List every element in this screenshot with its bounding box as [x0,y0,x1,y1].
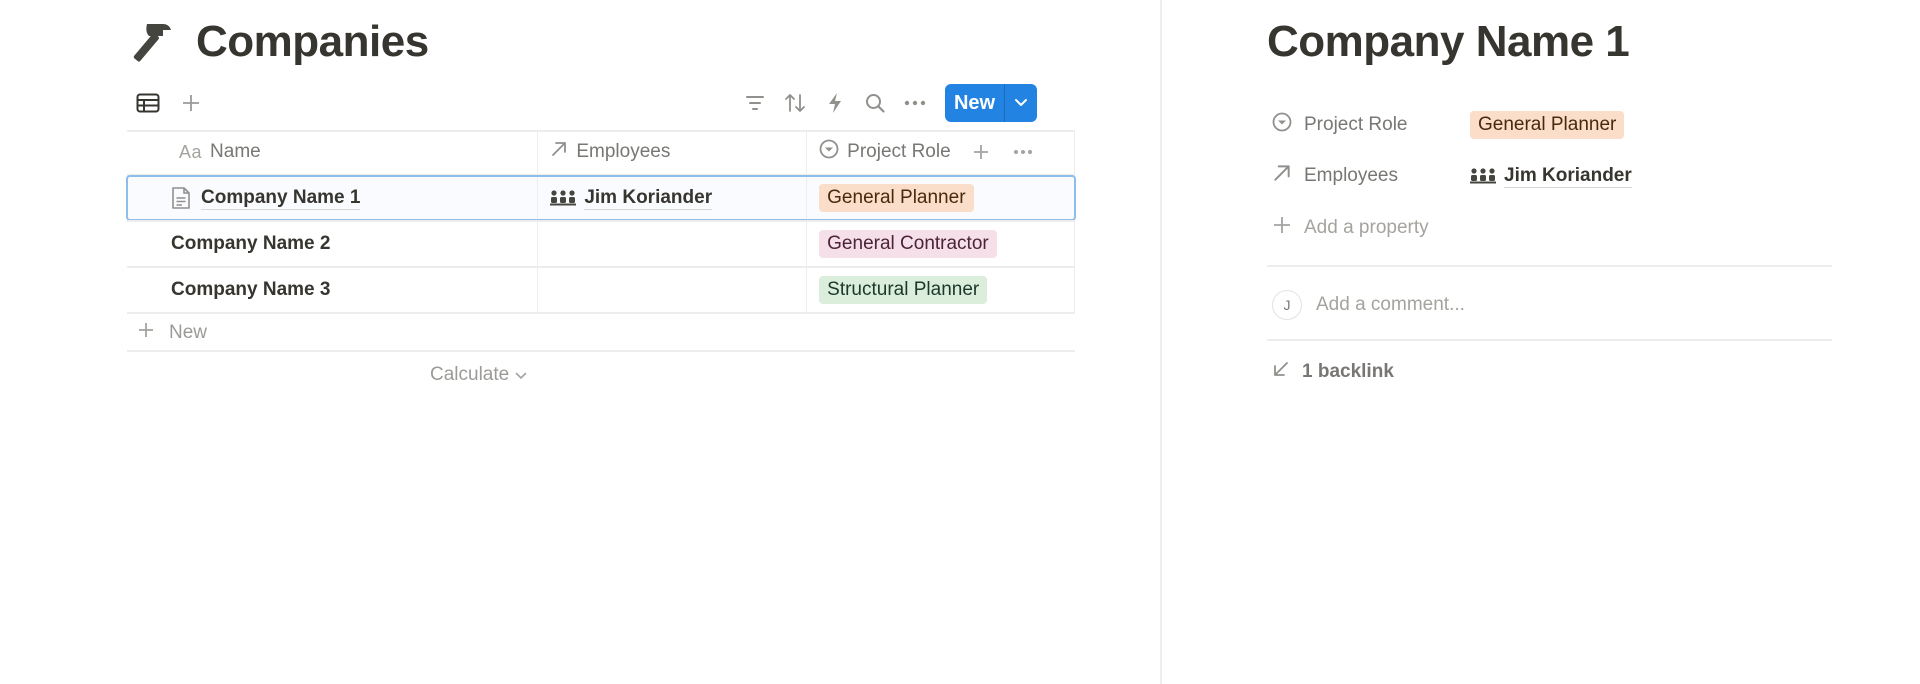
role-tag: Structural Planner [819,276,988,304]
page-header: Companies [132,14,429,70]
sort-icon[interactable] [775,83,815,123]
project-role-cell[interactable]: Structural Planner [807,268,1075,312]
add-view-icon[interactable] [179,91,203,115]
comment-placeholder: Add a comment... [1316,294,1465,315]
employees-cell[interactable]: Jim Koriander [538,176,808,220]
property-label[interactable]: Project Role [1272,112,1470,138]
database-pane: Companies New Aa Name Employees Project … [0,0,1160,684]
section-divider [1267,265,1832,267]
select-type-icon [819,139,839,165]
relation-arrow-icon [1272,163,1292,189]
column-header-label: Name [210,141,261,162]
text-type-icon: Aa [179,141,203,162]
role-tag: General Contractor [819,230,997,258]
plus-icon [1272,215,1292,241]
name-cell[interactable]: Company Name 1 [127,176,539,220]
property-project-role[interactable]: Project Role General Planner [1272,107,1625,143]
calculate-button[interactable]: Calculate [430,360,527,390]
people-icon [550,189,577,207]
employees-cell[interactable] [538,268,808,312]
lightning-icon[interactable] [815,83,855,123]
filter-icon[interactable] [735,83,775,123]
hammer-icon[interactable] [132,19,178,65]
toolbar-actions: New [735,83,1037,123]
employee-link[interactable]: Jim Koriander [1504,165,1632,188]
people-icon [1470,167,1496,185]
comment-input[interactable]: J Add a comment... [1272,287,1465,323]
chevron-down-icon[interactable] [1005,84,1037,122]
property-value[interactable]: Jim Koriander [1470,165,1632,188]
new-button-group: New [945,84,1037,122]
chevron-down-icon [515,364,527,386]
column-header-label: Employees [576,141,671,162]
row-name[interactable]: Company Name 1 [201,187,361,210]
project-role-cell[interactable]: General Planner [807,176,1075,220]
table-row[interactable]: Company Name 2 General Contractor [127,222,1075,266]
search-icon[interactable] [855,83,895,123]
employees-cell[interactable] [538,222,808,266]
name-cell[interactable]: Company Name 2 [127,222,539,266]
name-cell[interactable]: Company Name 3 [127,268,539,312]
backlinks-button[interactable]: 1 backlink [1272,354,1394,390]
property-label-text: Employees [1304,165,1398,186]
project-role-cell[interactable]: General Contractor [807,222,1075,266]
row-name[interactable]: Company Name 3 [171,279,330,302]
more-icon[interactable] [895,83,935,123]
employee-link[interactable]: Jim Koriander [584,187,713,210]
column-header-name[interactable]: Aa Name [127,130,539,174]
new-button[interactable]: New [945,84,1005,122]
view-toolbar: New [127,83,1037,123]
avatar: J [1272,290,1302,320]
backlinks-label: 1 backlink [1302,361,1394,382]
section-divider [1267,339,1832,341]
property-employees[interactable]: Employees Jim Koriander [1272,158,1632,194]
table-row[interactable]: Company Name 3 Structural Planner [127,268,1075,312]
role-tag: General Planner [819,184,974,212]
table-icon[interactable] [135,91,161,115]
table-divider [127,350,1075,352]
more-icon[interactable] [1008,130,1038,174]
property-label-text: Project Role [1304,114,1408,135]
row-name[interactable]: Company Name 2 [171,233,330,256]
new-row-label: New [169,322,208,343]
column-header-employees[interactable]: Employees [538,130,808,174]
add-property-button[interactable]: Add a property [1272,210,1429,246]
column-header-label: Project Role [847,141,951,162]
plus-icon [137,321,155,345]
new-row-button[interactable]: New [137,318,207,348]
page-icon [171,186,193,210]
add-column-icon[interactable] [966,130,996,174]
detail-title[interactable]: Company Name 1 [1267,14,1630,70]
role-tag: General Planner [1470,111,1625,139]
backlink-arrow-icon [1272,360,1290,384]
detail-pane: Company Name 1 Project Role General Plan… [1162,0,1920,684]
add-property-label: Add a property [1304,217,1429,238]
relation-arrow-icon [550,140,568,164]
table-header-row: Aa Name Employees Project Role [127,130,1075,174]
property-label[interactable]: Employees [1272,163,1470,189]
select-type-icon [1272,112,1292,138]
page-title: Companies [196,17,429,66]
table-row[interactable]: Company Name 1 Jim Koriander General Pla… [126,175,1076,221]
property-value[interactable]: General Planner [1470,111,1625,139]
calculate-label: Calculate [430,364,510,385]
table-divider [127,312,1075,314]
